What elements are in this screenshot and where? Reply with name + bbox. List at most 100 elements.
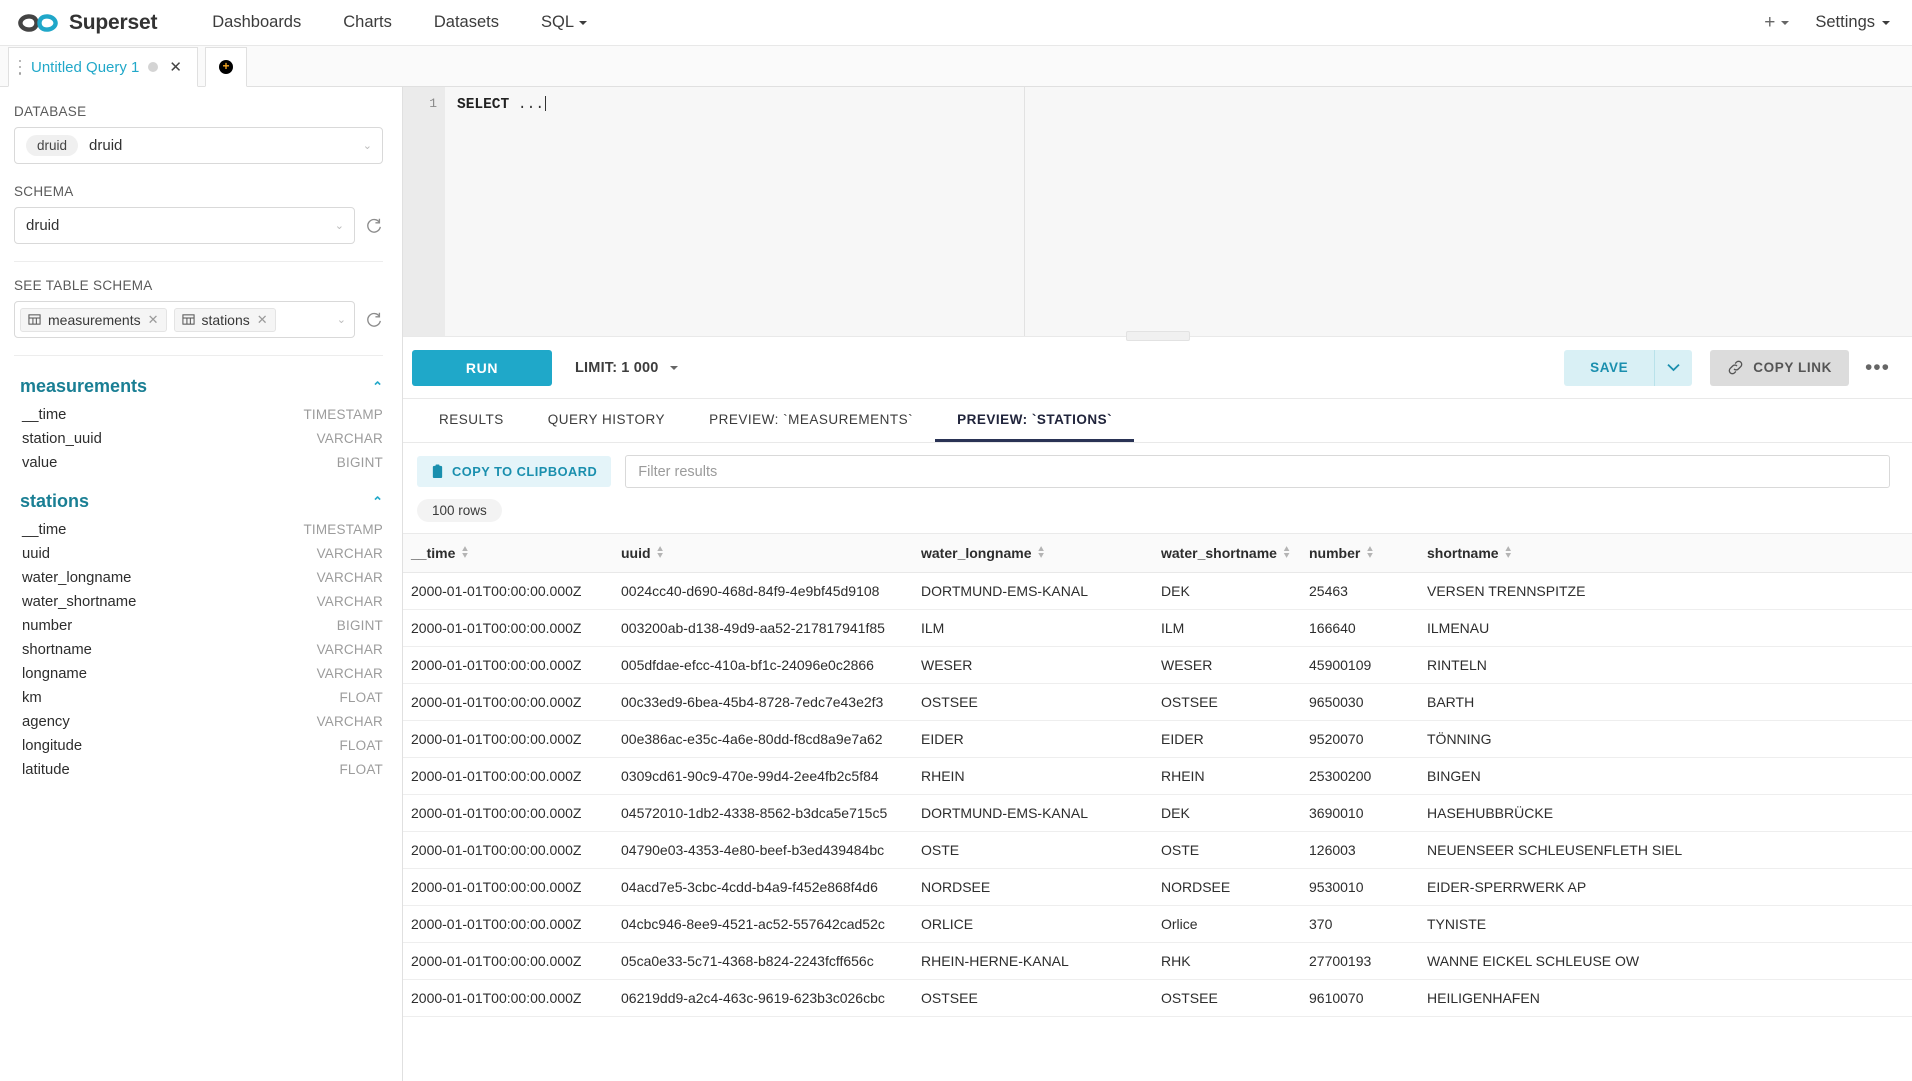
sort-icon: ⯅⯆ [657, 546, 664, 560]
column-row[interactable]: number BIGINT [14, 614, 383, 638]
sql-keyword: SELECT [457, 97, 509, 113]
cell-uuid: 0309cd61-90c9-470e-99d4-2ee4fb2c5f84 [613, 758, 913, 795]
cell-water-longname: NORDSEE [913, 869, 1153, 906]
cell-water-shortname: WESER [1153, 647, 1301, 684]
column-row[interactable]: longitude FLOAT [14, 734, 383, 758]
sort-icon: ⯅⯆ [1366, 546, 1373, 560]
more-options-icon[interactable]: ••• [1865, 362, 1890, 374]
plus-icon: + [1764, 12, 1775, 34]
table-row[interactable]: 2000-01-01T00:00:00.000Z 00c33ed9-6bea-4… [403, 684, 1912, 721]
nav-item-sql-label: SQL [541, 13, 574, 31]
settings-menu[interactable]: Settings [1815, 13, 1890, 32]
table-row[interactable]: 2000-01-01T00:00:00.000Z 05ca0e33-5c71-4… [403, 943, 1912, 980]
table-pill-measurements[interactable]: measurements ✕ [20, 308, 167, 332]
column-row[interactable]: station_uuid VARCHAR [14, 427, 383, 451]
table-row[interactable]: 2000-01-01T00:00:00.000Z 04acd7e5-3cbc-4… [403, 869, 1912, 906]
tab-query-history[interactable]: QUERY HISTORY [526, 399, 687, 442]
chevron-up-icon[interactable]: ⌃ [372, 494, 383, 510]
column-name: latitude [22, 759, 70, 781]
new-item-button[interactable]: + [1764, 12, 1789, 34]
close-icon[interactable]: ✕ [167, 60, 184, 75]
table-row[interactable]: 2000-01-01T00:00:00.000Z 00e386ac-e35c-4… [403, 721, 1912, 758]
nav-item-dashboards[interactable]: Dashboards [191, 13, 322, 32]
table-row[interactable]: 2000-01-01T00:00:00.000Z 0309cd61-90c9-4… [403, 758, 1912, 795]
column-header-time[interactable]: __time⯅⯆ [403, 534, 613, 573]
table-row[interactable]: 2000-01-01T00:00:00.000Z 04cbc946-8ee9-4… [403, 906, 1912, 943]
table-row[interactable]: 2000-01-01T00:00:00.000Z 04572010-1db2-4… [403, 795, 1912, 832]
chevron-down-icon: ⌄ [335, 219, 344, 232]
column-header-number[interactable]: number ⯅⯆ [1301, 534, 1419, 573]
chevron-up-icon[interactable]: ⌃ [372, 379, 383, 395]
column-row[interactable]: value BIGINT [14, 451, 383, 475]
cell-uuid: 04790e03-4353-4e80-beef-b3ed439484bc [613, 832, 913, 869]
table-row[interactable]: 2000-01-01T00:00:00.000Z 005dfdae-efcc-4… [403, 647, 1912, 684]
refresh-tables-icon[interactable] [365, 311, 383, 329]
cell-time: 2000-01-01T00:00:00.000Z [403, 906, 613, 943]
tab-results[interactable]: RESULTS [417, 399, 526, 442]
table-row[interactable]: 2000-01-01T00:00:00.000Z 0024cc40-d690-4… [403, 573, 1912, 610]
table-row[interactable]: 2000-01-01T00:00:00.000Z 003200ab-d138-4… [403, 610, 1912, 647]
table-row[interactable]: 2000-01-01T00:00:00.000Z 06219dd9-a2c4-4… [403, 980, 1912, 1017]
nav-item-dashboards-label: Dashboards [212, 13, 301, 31]
table-header-row: __time⯅⯆ uuid ⯅⯆ water_longname⯅⯆ water_s… [403, 534, 1912, 573]
cell-water-longname: ILM [913, 610, 1153, 647]
query-tab-untitled-1[interactable]: Untitled Query 1 ✕ [8, 47, 198, 87]
nav-item-charts[interactable]: Charts [322, 13, 413, 32]
add-query-tab-button[interactable]: + [205, 47, 247, 87]
column-row[interactable]: latitude FLOAT [14, 758, 383, 782]
refresh-schema-icon[interactable] [365, 217, 383, 235]
column-type: VARCHAR [317, 567, 383, 589]
schema-header-stations[interactable]: stations ⌃ [14, 487, 383, 518]
column-row[interactable]: longname VARCHAR [14, 662, 383, 686]
column-row[interactable]: shortname VARCHAR [14, 638, 383, 662]
column-name: shortname [22, 639, 92, 661]
editor-resize-handle[interactable] [1126, 331, 1190, 341]
column-row[interactable]: water_shortname VARCHAR [14, 590, 383, 614]
results-table-container[interactable]: __time⯅⯆ uuid ⯅⯆ water_longname⯅⯆ water_s… [403, 533, 1912, 1081]
editor-text-area[interactable]: SELECT ... [445, 87, 1025, 336]
drag-handle-icon[interactable] [18, 60, 22, 75]
column-row[interactable]: uuid VARCHAR [14, 542, 383, 566]
column-header-water-longname[interactable]: water_longname⯅⯆ [913, 534, 1153, 573]
cell-shortname: NEUENSEER SCHLEUSENFLETH SIEL [1419, 832, 1912, 869]
editor-empty-area[interactable] [1025, 87, 1912, 336]
query-tab-title: Untitled Query 1 [31, 59, 139, 76]
sql-editor[interactable]: 1 SELECT ... [403, 87, 1912, 337]
column-row[interactable]: agency VARCHAR [14, 710, 383, 734]
column-row[interactable]: km FLOAT [14, 686, 383, 710]
column-row[interactable]: __time TIMESTAMP [14, 518, 383, 542]
save-dropdown-button[interactable] [1654, 350, 1692, 386]
column-header-label: uuid [621, 545, 651, 561]
tab-preview-measurements[interactable]: PREVIEW: `MEASUREMENTS` [687, 399, 935, 442]
table-pill-stations[interactable]: stations ✕ [174, 308, 276, 332]
column-header-uuid[interactable]: uuid ⯅⯆ [613, 534, 913, 573]
chevron-down-icon [1667, 363, 1680, 372]
schema-header-measurements[interactable]: measurements ⌃ [14, 372, 383, 403]
cell-uuid: 005dfdae-efcc-410a-bf1c-24096e0c2866 [613, 647, 913, 684]
column-row[interactable]: water_longname VARCHAR [14, 566, 383, 590]
nav-item-datasets[interactable]: Datasets [413, 13, 520, 32]
limit-dropdown[interactable]: LIMIT: 1 000 [575, 360, 678, 376]
database-select[interactable]: druid druid ⌄ [14, 127, 383, 164]
cell-number: 45900109 [1301, 647, 1419, 684]
nav-item-sql[interactable]: SQL [520, 13, 608, 32]
save-button[interactable]: SAVE [1564, 350, 1654, 386]
table-row[interactable]: 2000-01-01T00:00:00.000Z 04790e03-4353-4… [403, 832, 1912, 869]
schema-select[interactable]: druid ⌄ [14, 207, 355, 244]
results-table-body: 2000-01-01T00:00:00.000Z 0024cc40-d690-4… [403, 573, 1912, 1017]
remove-table-icon[interactable]: ✕ [257, 312, 268, 328]
column-header-water-shortname[interactable]: water_shortname⯅⯆ [1153, 534, 1301, 573]
column-header-shortname[interactable]: shortname⯅⯆ [1419, 534, 1912, 573]
column-type: VARCHAR [317, 591, 383, 613]
tab-preview-stations[interactable]: PREVIEW: `STATIONS` [935, 399, 1134, 442]
query-action-bar: RUN LIMIT: 1 000 SAVE COPY [403, 337, 1912, 399]
remove-table-icon[interactable]: ✕ [148, 312, 159, 328]
run-button[interactable]: RUN [412, 350, 552, 386]
column-header-label: number [1309, 545, 1360, 561]
brand-logo-link[interactable]: Superset [16, 10, 157, 36]
filter-results-input[interactable] [625, 455, 1890, 488]
copy-to-clipboard-button[interactable]: COPY TO CLIPBOARD [417, 456, 611, 487]
table-multiselect[interactable]: measurements ✕ stations ✕ ⌄ [14, 301, 355, 338]
copy-link-button[interactable]: COPY LINK [1710, 350, 1849, 386]
column-row[interactable]: __time TIMESTAMP [14, 403, 383, 427]
